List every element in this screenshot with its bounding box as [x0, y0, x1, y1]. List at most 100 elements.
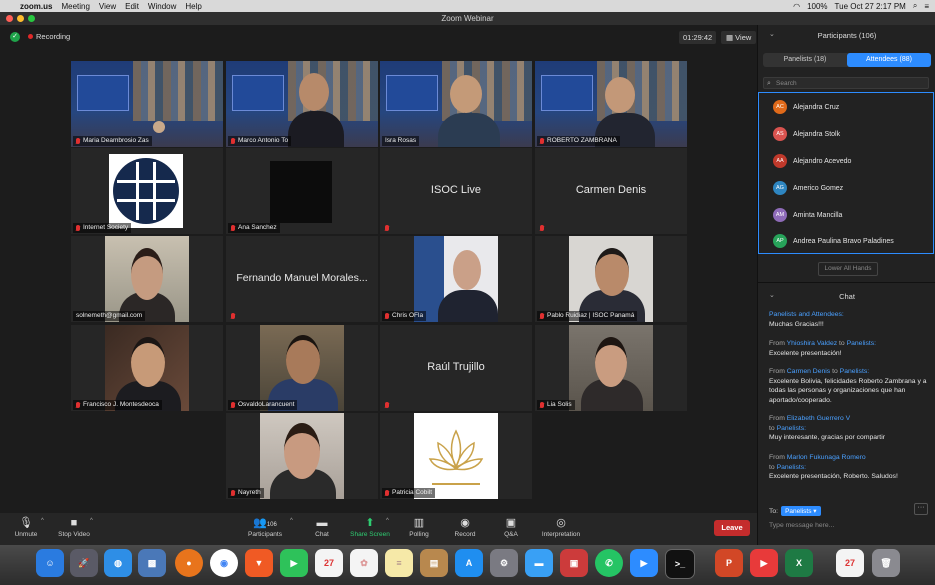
person-face [286, 335, 320, 384]
grid-icon: ▦ [726, 33, 736, 42]
attendee-item[interactable]: AP Andrea Paulina Bravo Paladines [773, 234, 894, 248]
attendee-item[interactable]: AG Americo Gomez [773, 181, 843, 195]
calendar-icon[interactable]: 27 [315, 549, 343, 577]
system-preferences-icon[interactable]: ⚙ [490, 549, 518, 577]
video-tile[interactable]: ISOC Live [380, 148, 532, 234]
chat-button[interactable]: ▬ Chat [308, 513, 336, 545]
attendee-list: AC Alejandra Cruz AS Alejandra Stolk AA … [758, 92, 934, 254]
leave-button[interactable]: Leave [714, 520, 750, 536]
video-tile[interactable]: Chris OFla [380, 236, 532, 322]
zoom-icon[interactable]: ▶ [630, 549, 658, 577]
whatsapp-icon[interactable]: ✆ [595, 549, 623, 577]
brave-icon[interactable]: ▼ [245, 549, 273, 577]
unmute-button[interactable]: 🎙 Unmute [10, 513, 42, 545]
chat-bubble-icon: ▬ [316, 517, 328, 529]
photos-icon[interactable]: ✿ [350, 549, 378, 577]
to-label: To: [769, 507, 779, 515]
stop-video-button[interactable]: ■ Stop Video [54, 513, 94, 545]
video-tile[interactable]: Raúl Trujillo [380, 325, 532, 411]
interpretation-button[interactable]: ◎ Interpretation [534, 513, 588, 545]
remote-desktop-icon[interactable]: ▣ [560, 549, 588, 577]
muted-mic-icon [385, 225, 389, 231]
security-shield-icon[interactable]: ✓ [10, 32, 20, 42]
terminal-icon[interactable]: >_ [665, 549, 695, 579]
avatar: AG [773, 181, 787, 195]
participants-button[interactable]: 👥106 Participants [242, 513, 288, 545]
recipient-dropdown[interactable]: Panelists ▾ [781, 506, 821, 516]
search-icon[interactable]: ⌕ [913, 1, 917, 11]
parallels-icon[interactable]: ▶ [750, 549, 778, 577]
video-camera-icon: ■ [70, 517, 78, 529]
recording-indicator[interactable]: Recording [28, 32, 70, 41]
lower-all-hands-button[interactable]: Lower All Hands [818, 262, 878, 276]
video-tile[interactable]: Fernando Manuel Morales... [226, 236, 378, 322]
video-tile[interactable]: Lia Solis [535, 325, 687, 411]
video-tile[interactable]: Ana Sanchez [226, 148, 378, 234]
polling-button[interactable]: ▥ Polling [404, 513, 434, 545]
video-tile[interactable]: solnemeth@gmail.com [71, 236, 223, 322]
battery-percent[interactable]: 100% [807, 2, 827, 11]
video-tile[interactable]: Nayreth [226, 413, 378, 499]
participants-options-chevron-icon[interactable]: ^ [290, 518, 293, 524]
menu-help[interactable]: Help [185, 2, 201, 11]
minimize-window-icon[interactable] [17, 15, 24, 22]
close-window-icon[interactable] [6, 15, 13, 22]
event-banner [386, 75, 438, 111]
safari-icon[interactable]: ◍ [104, 549, 132, 577]
firefox-icon[interactable]: ● [175, 549, 203, 577]
clock[interactable]: Tue Oct 27 2:17 PM [835, 2, 906, 11]
preview-icon[interactable]: ▩ [138, 549, 166, 577]
video-tile[interactable]: Marco Antonio To [226, 61, 378, 147]
app-store-icon[interactable]: A [455, 549, 483, 577]
tab-attendees[interactable]: Attendees (88) [847, 53, 931, 67]
event-banner [77, 75, 129, 111]
contacts-icon[interactable]: ▤ [420, 549, 448, 577]
participant-search-input[interactable]: ⌕ Search [763, 77, 929, 89]
video-tile[interactable]: Patricia Cobilt [380, 413, 532, 499]
chat-text: Excelente presentación, Roberto. Saludos… [769, 473, 898, 480]
calendar-widget-icon[interactable]: 27 [836, 549, 864, 577]
excel-icon[interactable]: X [785, 549, 813, 577]
menu-window[interactable]: Window [148, 2, 176, 11]
notes-icon[interactable]: ≡ [385, 549, 413, 577]
control-center-icon[interactable]: ≡ [924, 2, 929, 11]
attendee-item[interactable]: AC Alejandra Cruz [773, 100, 839, 114]
zoom-window-icon[interactable] [28, 15, 35, 22]
attendee-item[interactable]: AM Aminta Mancilla [773, 208, 842, 222]
qa-button[interactable]: ▣ Q&A [496, 513, 526, 545]
menu-meeting[interactable]: Meeting [61, 2, 89, 11]
chat-input[interactable]: Type message here... [769, 522, 834, 529]
recording-dot-icon [28, 34, 33, 39]
video-tile[interactable]: ROBERTO ZAMBRANA [535, 61, 687, 147]
menu-app-name[interactable]: zoom.us [20, 2, 52, 11]
audio-options-chevron-icon[interactable]: ^ [41, 518, 44, 524]
video-tile[interactable]: OsvaldoLarancuent [226, 325, 378, 411]
video-tile-active-speaker[interactable]: Isra Rosas [380, 61, 532, 147]
more-options-icon[interactable]: ··· [914, 503, 928, 515]
messages-icon[interactable]: ▬ [525, 549, 553, 577]
facetime-icon[interactable]: ▶ [280, 549, 308, 577]
powerpoint-icon[interactable]: P [715, 549, 743, 577]
menu-edit[interactable]: Edit [125, 2, 139, 11]
launchpad-icon[interactable]: 🚀 [70, 549, 98, 577]
video-tile[interactable]: Maria Deambrosio Zas [71, 61, 223, 147]
chrome-icon[interactable]: ◉ [210, 549, 238, 577]
record-button[interactable]: ◉ Record [450, 513, 480, 545]
menu-view[interactable]: View [99, 2, 116, 11]
video-tile[interactable]: Pablo Ruidiaz | ISOC Panamá [535, 236, 687, 322]
attendee-item[interactable]: AS Alejandra Stolk [773, 127, 840, 141]
video-options-chevron-icon[interactable]: ^ [90, 518, 93, 524]
window-controls [6, 15, 39, 22]
avatar: AP [773, 234, 787, 248]
video-tile[interactable]: Francisco J. Montesdeoca [71, 325, 223, 411]
attendee-item[interactable]: AA Alejandro Acevedo [773, 154, 851, 168]
video-tile[interactable]: Internet Society [71, 148, 223, 234]
muted-mic-icon [540, 225, 544, 231]
trash-icon[interactable]: 🗑 [872, 549, 900, 577]
tab-panelists[interactable]: Panelists (18) [763, 53, 847, 67]
share-options-chevron-icon[interactable]: ^ [386, 518, 389, 524]
video-tile[interactable]: Carmen Denis [535, 148, 687, 234]
finder-icon[interactable]: ☺ [36, 549, 64, 577]
view-button[interactable]: ▦ View [721, 31, 757, 44]
wifi-icon[interactable]: ◠ [793, 2, 800, 11]
